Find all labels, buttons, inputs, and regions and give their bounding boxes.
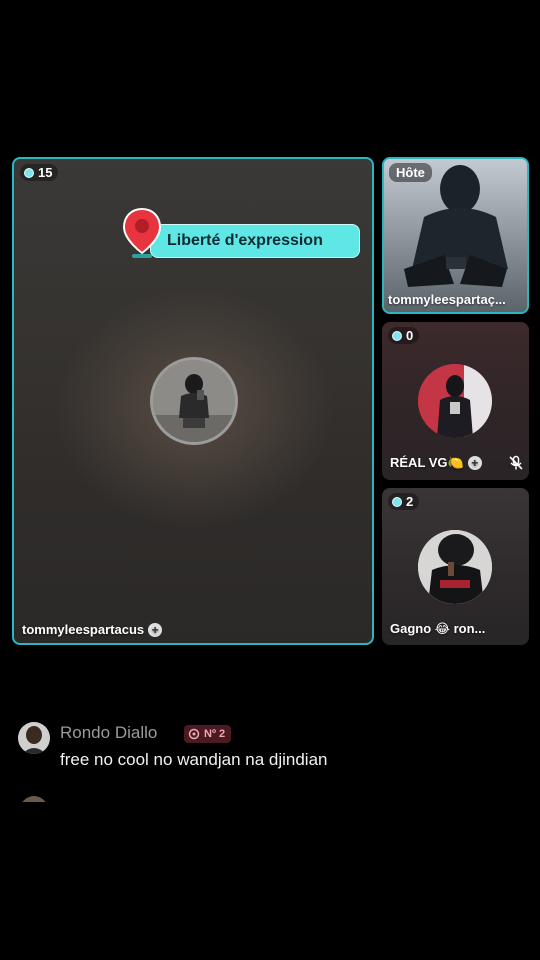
topic-text: Liberté d'expression [167,232,323,249]
next-comment-avatar [20,796,48,802]
guest2-avatar[interactable] [418,530,492,604]
commenter-name[interactable]: Rondo Diallo [60,723,157,743]
person-avatar-icon [418,364,492,438]
main-viewer-count: 15 [20,164,59,181]
main-participant-name[interactable]: tommyleespartacus + [22,622,163,637]
guest1-viewer-count: 0 [388,327,420,344]
mic-muted-icon [509,455,523,470]
guest2-viewer-count: 2 [388,493,420,510]
host-video-tile[interactable]: Hôte tommyleespartaç... [382,157,529,314]
guest1-name[interactable]: RÉAL VG🍋 + [390,455,482,471]
host-name[interactable]: tommyleespartaç... [388,292,506,307]
commenter-avatar[interactable] [18,722,50,754]
rank-badge-text: Nº 2 [204,728,226,740]
viewer-dot-icon [392,330,402,341]
comment-text: free no cool no wandjan na djindian [60,750,328,769]
person-avatar-icon [153,360,235,442]
location-pin-icon [122,207,162,258]
clock-icon [188,728,200,740]
topic-tag[interactable]: Liberté d'expression [150,224,360,258]
person-avatar-icon [418,530,492,604]
person-avatar-icon [18,722,50,754]
viewer-dot-icon [24,167,34,178]
main-name-text: tommyleespartacus [22,622,145,637]
guest1-name-text: RÉAL VG🍋 [390,455,464,470]
guest1-avatar[interactable] [418,364,492,438]
guest-tile-1[interactable]: 0 RÉAL VG🍋 + [382,322,529,480]
guest-tile-2[interactable]: 2 Gagno 😂 ron... [382,488,529,645]
guest1-viewer-count-value: 0 [406,328,414,343]
viewer-dot-icon [392,496,402,507]
main-viewer-count-value: 15 [38,165,53,180]
guest2-name[interactable]: Gagno 😂 ron... [390,621,485,637]
follow-plus-icon[interactable]: + [467,456,482,470]
main-avatar[interactable] [150,357,238,445]
rank-badge: Nº 2 [184,725,232,743]
comment-item[interactable]: Rondo Diallo Nº 2 free no cool no wandja… [18,722,518,772]
host-badge: Hôte [389,163,432,182]
guest2-viewer-count-value: 2 [406,494,414,509]
follow-plus-icon[interactable]: + [148,622,163,637]
